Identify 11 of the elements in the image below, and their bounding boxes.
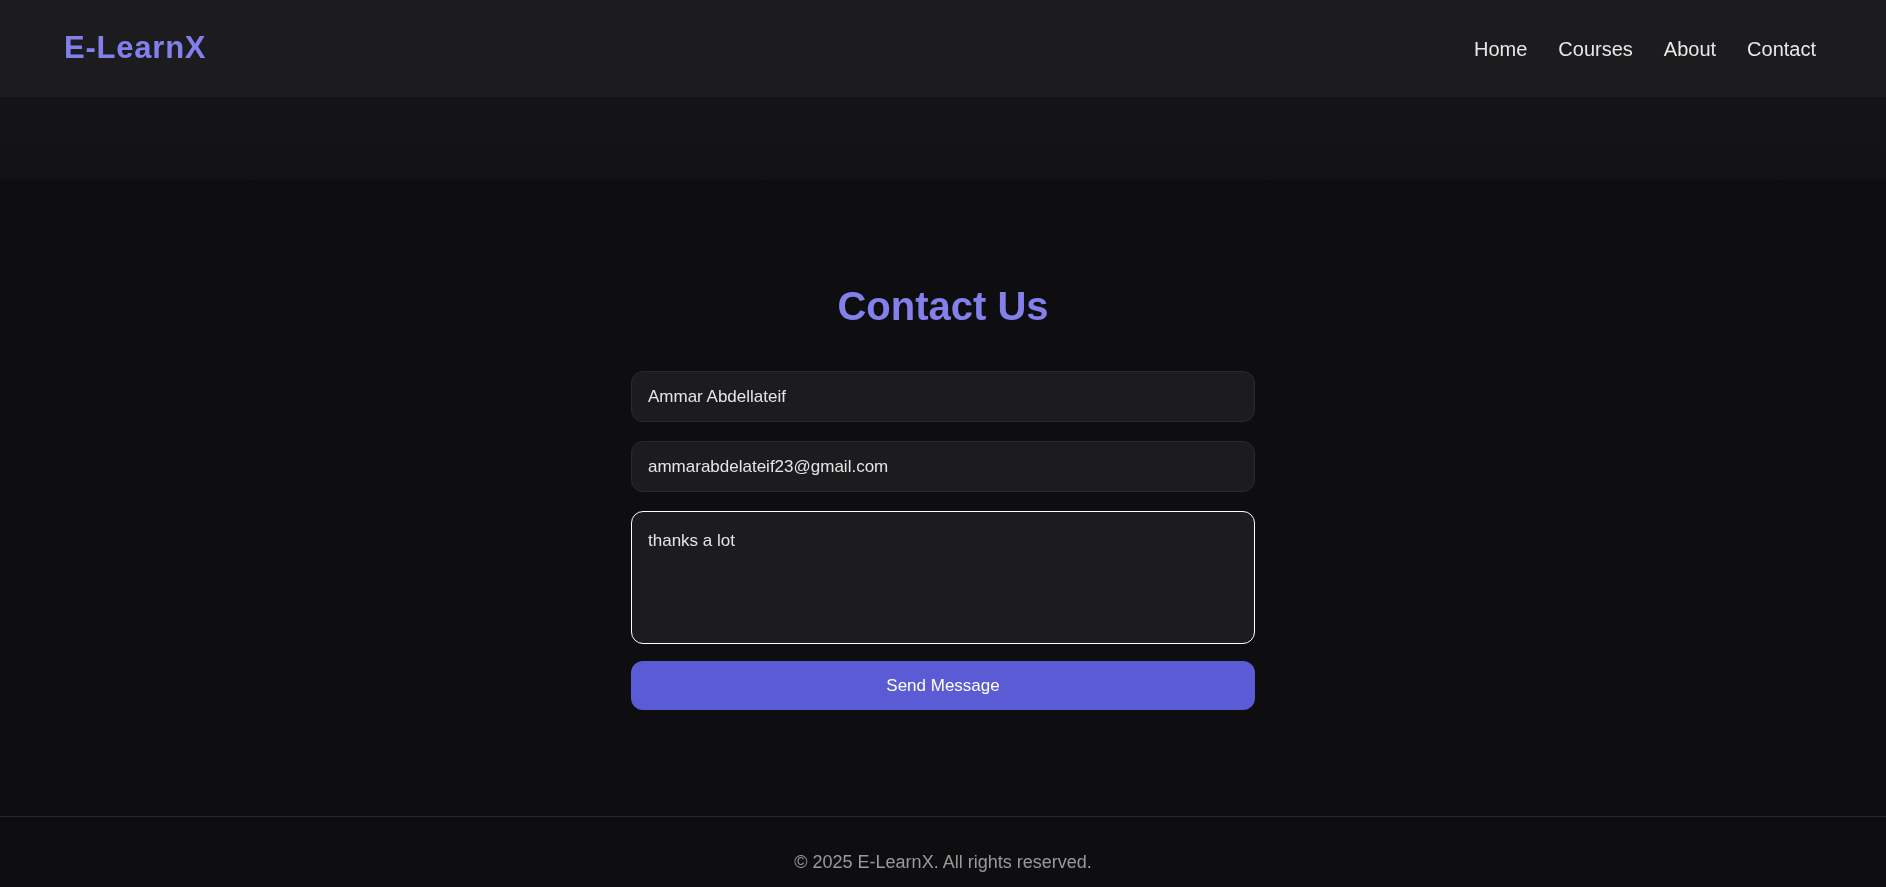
message-field[interactable]: thanks a lot [631,511,1255,644]
nav-link[interactable]: Contact [1747,33,1816,64]
nav-link[interactable]: About [1663,33,1717,64]
site-logo[interactable]: E-LearnX [64,25,207,72]
text-input-field[interactable]: ammarabdelateif23@gmail.com [631,441,1255,492]
send-message-button[interactable]: Send Message [631,661,1255,710]
nav-link[interactable]: Courses [1558,33,1633,64]
copyright-text: © 2025 E-LearnX. All rights reserved. [794,850,1092,874]
nav-link[interactable]: Home [1473,33,1528,64]
text-input-field[interactable]: Ammar Abdellateif [631,371,1255,422]
page-title: Contact Us [837,286,1049,326]
